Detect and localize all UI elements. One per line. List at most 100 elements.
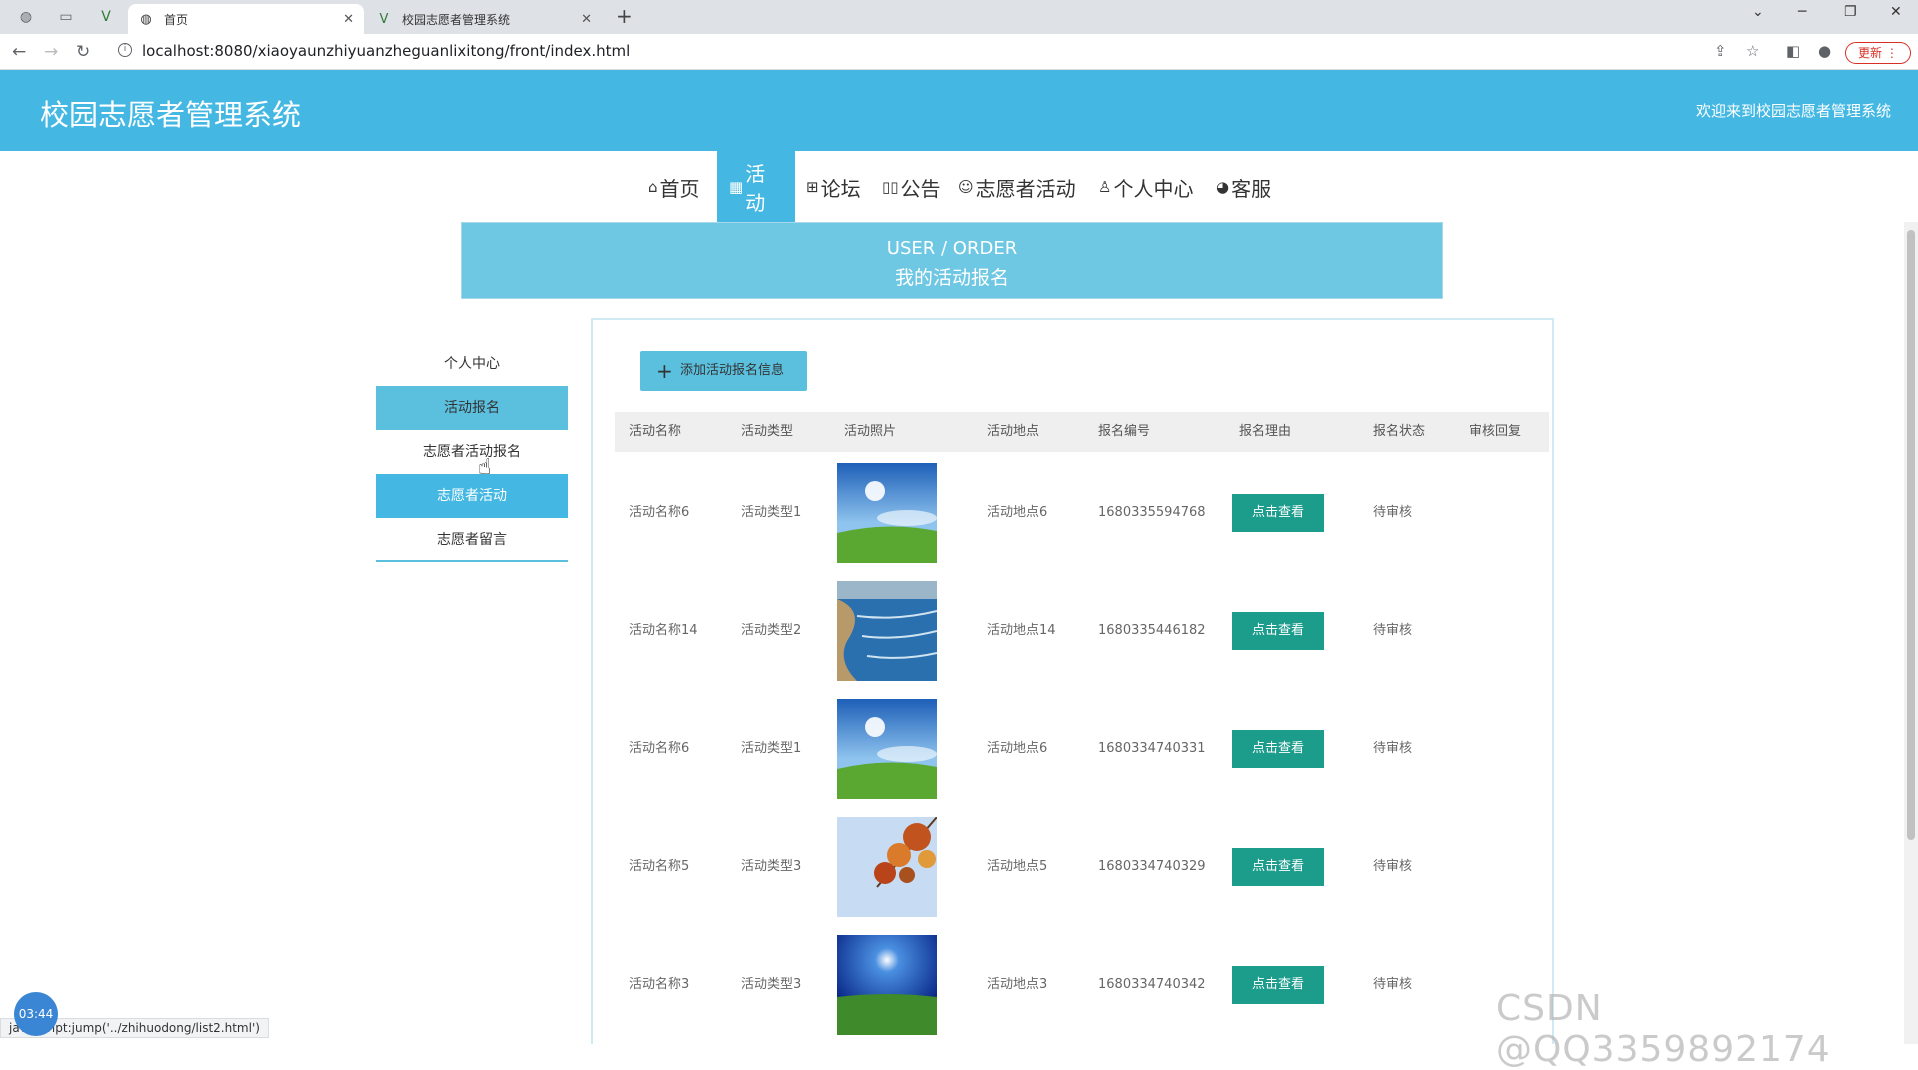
menu-item-forum[interactable]: ⊞ 论坛 <box>794 151 873 223</box>
site-info-icon[interactable]: i <box>118 43 132 57</box>
menu-item-activity[interactable]: ▦ 活动 <box>717 151 795 223</box>
forward-icon[interactable]: → <box>44 42 58 62</box>
site-title: 校园志愿者管理系统 <box>40 98 302 132</box>
sidebar-item-user-center[interactable]: 个人中心 <box>376 342 568 386</box>
activity-place: 活动地点6 <box>987 505 1048 520</box>
page-banner: USER / ORDER 我的活动报名 <box>461 222 1443 299</box>
volunteer-icon: ☺ <box>958 178 974 196</box>
close-window-icon[interactable]: ✕ <box>1890 4 1902 20</box>
activity-place: 活动地点5 <box>987 859 1048 874</box>
browser-tab-system[interactable]: V 校园志愿者管理系统 ✕ <box>366 4 602 34</box>
table-row: 活动名称14 活动类型2 活动地点14 1680335446182 点击查看 待… <box>615 572 1549 690</box>
add-signup-label: 添加活动报名信息 <box>680 363 785 378</box>
view-reason-button[interactable]: 点击查看 <box>1232 966 1324 1004</box>
column-header: 活动名称 <box>629 424 682 439</box>
view-reason-button[interactable]: 点击查看 <box>1232 730 1324 768</box>
vue-icon: V <box>379 11 389 27</box>
menu-label: 个人中心 <box>1113 176 1194 201</box>
menu-label: 首页 <box>659 176 700 201</box>
forum-icon: ⊞ <box>806 178 819 196</box>
update-button[interactable]: 更新 ⋮ <box>1845 42 1911 64</box>
activity-place: 活动地点14 <box>987 623 1056 638</box>
table-row: 活动名称6 活动类型1 活动地点6 1680334740331 点击查看 待审核 <box>615 690 1549 808</box>
menu-label: 公告 <box>900 176 941 201</box>
address-bar: ← → ↻ i localhost:8080/xiaoyaunzhiyuanzh… <box>0 34 1918 70</box>
new-tab-icon[interactable]: + <box>616 4 633 28</box>
main-menu: ⌂ 首页 ▦ 活动 ⊞ 论坛 ▯▯ 公告 ☺ 志愿者活动 ♙ 个人中心 ◕ 客服 <box>0 151 1918 223</box>
share-icon[interactable]: ⇪ <box>1714 42 1727 60</box>
restore-icon[interactable]: ❐ <box>1844 4 1857 20</box>
column-header: 活动类型 <box>741 424 794 439</box>
column-header: 活动照片 <box>844 424 897 439</box>
column-header: 报名理由 <box>1239 424 1292 439</box>
table-row: 活动名称3 活动类型3 活动地点3 1680334740342 点击查看 待审核 <box>615 926 1549 1044</box>
menu-item-home[interactable]: ⌂ 首页 <box>636 151 712 223</box>
sidebar-item-volunteer-signup[interactable]: 志愿者活动报名 <box>376 430 568 474</box>
reload-icon[interactable]: ↻ <box>76 42 90 62</box>
menu-label: 论坛 <box>820 176 861 201</box>
hand-cursor-icon: ☝ <box>478 455 492 480</box>
banner-title: 我的活动报名 <box>894 267 1009 289</box>
table-row: 活动名称5 活动类型3 活动地点5 1680334740329 点击查看 待审核 <box>615 808 1549 926</box>
back-icon[interactable]: ← <box>12 42 26 62</box>
tab-title: 首页 <box>164 12 189 27</box>
activity-name: 活动名称6 <box>629 741 690 756</box>
activity-name: 活动名称3 <box>629 977 690 992</box>
vue-icon[interactable]: V <box>94 6 118 28</box>
activity-name: 活动名称14 <box>629 623 698 638</box>
side-panel-icon[interactable]: ◧ <box>1786 42 1800 60</box>
signup-code: 1680334740331 <box>1098 741 1206 756</box>
content-panel: + 添加活动报名信息 活动名称 活动类型 活动照片 活动地点 报名编号 报名理由… <box>591 318 1554 1044</box>
scrollbar-thumb[interactable] <box>1907 230 1915 840</box>
close-icon[interactable]: ✕ <box>343 12 354 27</box>
view-reason-button[interactable]: 点击查看 <box>1232 612 1324 650</box>
minimize-icon[interactable]: ─ <box>1798 4 1806 20</box>
column-header: 报名编号 <box>1098 424 1151 439</box>
sidebar-item-activity-signup[interactable]: 活动报名 <box>376 386 568 430</box>
menu-item-volunteer[interactable]: ☺ 志愿者活动 <box>946 151 1088 223</box>
activity-type: 活动类型1 <box>741 741 802 756</box>
activity-type: 活动类型2 <box>741 623 802 638</box>
menu-item-user[interactable]: ♙ 个人中心 <box>1086 151 1205 223</box>
site-header: 校园志愿者管理系统 欢迎来到校园志愿者管理系统 <box>0 70 1918 151</box>
browser-tab-strip: ◍ ▭ V ◍ 首页 ✕ V 校园志愿者管理系统 ✕ + ⌄ ─ ❐ ✕ <box>0 0 1918 34</box>
table-row: 活动名称6 活动类型1 活动地点6 1680335594768 点击查看 待审核 <box>615 454 1549 572</box>
browser-tab-home[interactable]: ◍ 首页 ✕ <box>128 4 364 34</box>
sidebar-item-volunteer-activity[interactable]: 志愿者活动 <box>376 474 568 518</box>
recording-timer: 03:44 <box>14 992 58 1036</box>
column-header: 活动地点 <box>987 424 1040 439</box>
table-header: 活动名称 活动类型 活动照片 活动地点 报名编号 报名理由 报名状态 审核回复 <box>615 412 1549 452</box>
close-icon[interactable]: ✕ <box>581 12 592 27</box>
signup-status: 待审核 <box>1373 977 1413 992</box>
home-icon: ⌂ <box>648 178 658 196</box>
notice-icon: ▯▯ <box>882 178 899 196</box>
update-label: 更新 <box>1858 46 1883 60</box>
view-reason-button[interactable]: 点击查看 <box>1232 848 1324 886</box>
star-icon[interactable]: ☆ <box>1746 42 1759 60</box>
signup-code: 1680334740342 <box>1098 977 1206 992</box>
globe-icon[interactable]: ◍ <box>14 6 38 28</box>
menu-label: 志愿者活动 <box>975 176 1076 201</box>
activity-place: 活动地点3 <box>987 977 1048 992</box>
menu-item-service[interactable]: ◕ 客服 <box>1204 151 1283 223</box>
profile-icon[interactable]: ● <box>1818 42 1831 60</box>
welcome-text: 欢迎来到校园志愿者管理系统 <box>1695 102 1891 120</box>
sidebar-item-volunteer-message[interactable]: 志愿者留言 <box>376 518 568 562</box>
menu-item-notice[interactable]: ▯▯ 公告 <box>870 151 953 223</box>
signup-status: 待审核 <box>1373 623 1413 638</box>
chevron-down-icon[interactable]: ⌄ <box>1752 4 1764 20</box>
tab-title: 校园志愿者管理系统 <box>402 12 511 27</box>
activity-photo-night-field <box>837 935 937 1035</box>
column-header: 审核回复 <box>1469 424 1522 439</box>
menu-label: 活动 <box>745 162 766 215</box>
url-field[interactable]: localhost:8080/xiaoyaunzhiyuanzheguanlix… <box>142 42 630 60</box>
signup-status: 待审核 <box>1373 505 1413 520</box>
activity-photo-autumn-leaves <box>837 817 937 917</box>
add-signup-button[interactable]: + 添加活动报名信息 <box>640 351 807 391</box>
activity-photo-coast <box>837 581 937 681</box>
view-reason-button[interactable]: 点击查看 <box>1232 494 1324 532</box>
blank-tab-icon[interactable]: ▭ <box>54 6 78 28</box>
page-scrollbar[interactable] <box>1904 222 1918 1044</box>
service-icon: ◕ <box>1216 178 1230 196</box>
column-header: 报名状态 <box>1373 424 1426 439</box>
